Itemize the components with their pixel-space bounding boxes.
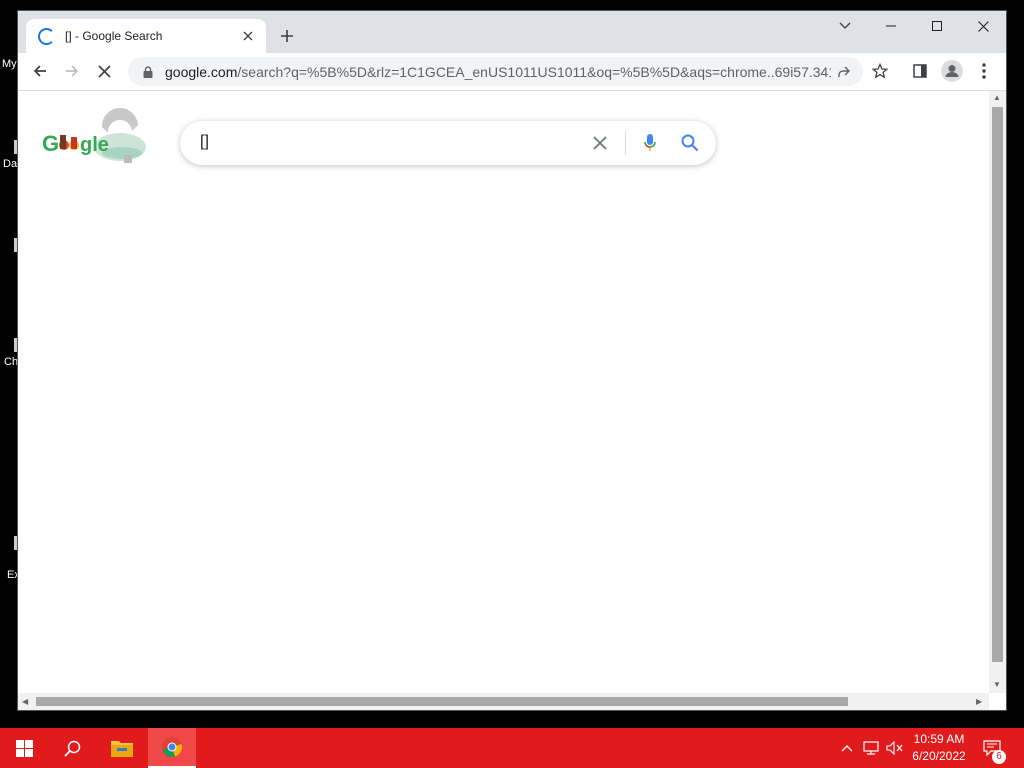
minimize-button[interactable] [868,11,914,41]
search-submit-button[interactable] [676,129,704,157]
bookmark-button[interactable] [866,57,894,85]
back-arrow-icon [33,65,46,77]
url-text[interactable]: google.com/search?q=%5B%5D&rlz=1C1GCEA_e… [165,64,831,80]
desktop-icon-fragment[interactable] [0,238,17,252]
chrome-taskbar-button[interactable] [148,728,196,768]
lock-icon[interactable] [140,64,156,80]
start-button[interactable] [0,728,48,768]
plus-icon [281,30,293,42]
clock-time: 10:59 AM [913,732,965,746]
loading-spinner-icon [38,27,55,45]
clear-icon [593,136,607,150]
address-bar[interactable]: google.com/search?q=%5B%5D&rlz=1C1GCEA_e… [128,57,863,86]
scroll-left-arrow[interactable]: ◀ [22,697,28,706]
search-input[interactable]: [] [200,133,209,151]
url-host: google.com [165,63,238,80]
horizontal-scrollbar[interactable]: ◀ ▶ [18,693,989,710]
desktop-icon-label-da[interactable]: Da [3,158,17,170]
browser-toolbar: google.com/search?q=%5B%5D&rlz=1C1GCEA_e… [18,53,1006,91]
close-icon [977,20,989,32]
clear-search-button[interactable] [586,129,614,157]
desktop-icon-fragment[interactable] [0,536,17,550]
share-icon [838,66,850,77]
network-icon [863,741,879,755]
chevron-down-icon [839,22,851,29]
close-tab-button[interactable] [238,26,258,46]
svg-text:gle: gle [80,134,109,156]
tab-search-button[interactable] [822,11,868,41]
desktop-icon-label-my[interactable]: My [2,58,17,70]
system-clock[interactable]: 10:59 AM 6/20/2022 [905,731,973,765]
url-path: /search?q=%5B%5D&rlz=1C1GCEA_enUS1011US1… [237,63,831,80]
page-content: G gle [] [18,91,989,693]
more-vert-icon [982,63,986,79]
side-panel-icon [913,64,927,78]
volume-button[interactable] [884,738,904,758]
svg-text:G: G [42,131,59,156]
clock-date: 6/20/2022 [912,749,966,763]
menu-button[interactable] [970,57,998,85]
profile-button[interactable] [938,57,966,85]
maximize-icon [932,21,942,31]
profile-icon [941,60,963,82]
chrome-icon [162,737,182,757]
desktop-icon-fragment[interactable] [0,140,17,154]
scroll-right-arrow[interactable]: ▶ [976,697,982,706]
search-icon [63,740,80,757]
minimize-icon [886,25,896,27]
star-icon [872,63,888,79]
tab-title: [] - Google Search [65,29,163,43]
scroll-down-arrow[interactable]: ▼ [993,680,1001,689]
search-divider [625,131,626,155]
scroll-up-arrow[interactable]: ▲ [993,93,1001,102]
forward-button[interactable] [58,57,86,85]
side-panel-button[interactable] [906,57,934,85]
new-tab-button[interactable] [276,25,298,47]
share-button[interactable] [831,59,857,85]
close-window-button[interactable] [960,11,1006,41]
windows-start-icon [15,739,33,757]
file-explorer-button[interactable] [98,728,146,768]
close-icon [243,31,253,41]
forward-arrow-icon [66,65,79,77]
file-explorer-icon [111,741,133,757]
vertical-scrollbar[interactable]: ▲ ▼ [989,91,1006,693]
stop-loading-button[interactable] [90,57,118,85]
stop-loading-icon [97,64,111,78]
horizontal-scroll-thumb[interactable] [36,697,848,706]
chrome-window: [] - Google Search google.com/search?q=%… [18,11,1006,710]
show-hidden-icons-button[interactable] [837,738,857,758]
voice-search-button[interactable] [636,129,664,157]
windows-taskbar: 10:59 AM 6/20/2022 [0,728,1024,768]
vertical-scroll-thumb[interactable] [992,107,1003,662]
search-icon [681,134,699,152]
search-box[interactable]: [] [180,121,716,165]
browser-tab[interactable]: [] - Google Search [26,19,266,53]
microphone-icon [644,134,656,151]
desktop-icon-fragment[interactable] [0,338,17,352]
back-button[interactable] [26,57,54,85]
notification-count-badge: 6 [992,750,1006,764]
volume-muted-icon [885,741,902,755]
maximize-button[interactable] [914,11,960,41]
chevron-up-icon [841,745,853,752]
title-bar[interactable]: [] - Google Search [18,11,1006,53]
network-button[interactable] [861,738,881,758]
google-doodle-logo[interactable]: G gle [40,107,152,167]
taskbar-search-button[interactable] [48,728,96,768]
desktop-icon-label-ch[interactable]: Ch [4,356,18,368]
